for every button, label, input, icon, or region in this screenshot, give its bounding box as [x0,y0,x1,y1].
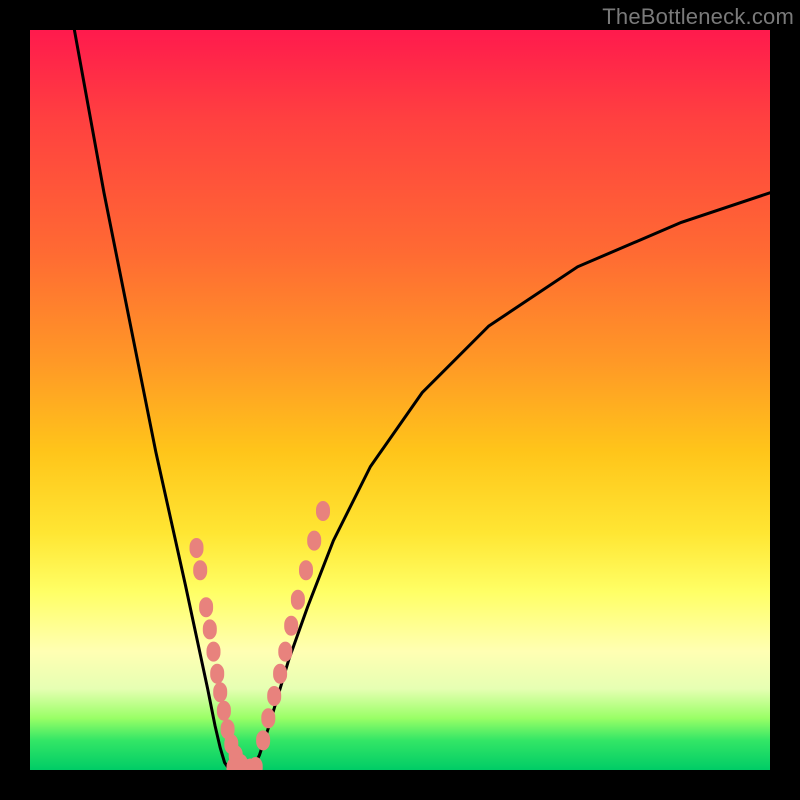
plot-area [30,30,770,770]
marker-right-scatter-overlay [278,642,292,662]
curve-right-branch [252,193,770,770]
marker-left-scatter-overlay [207,642,221,662]
marker-right-scatter-overlay [291,590,305,610]
marker-left-scatter-overlay [190,538,204,558]
marker-left-scatter-overlay [193,560,207,580]
marker-left-scatter-overlay [199,597,213,617]
chart-svg [30,30,770,770]
marker-right-scatter-overlay [299,560,313,580]
marker-left-scatter-overlay [217,701,231,721]
marker-right-scatter-overlay [256,730,270,750]
marker-right-scatter-overlay [307,531,321,551]
watermark-text: TheBottleneck.com [602,4,794,30]
marker-right-scatter-overlay [267,686,281,706]
marker-layer [190,501,331,770]
marker-right-scatter-overlay [261,708,275,728]
curve-left-branch [74,30,229,770]
chart-frame: TheBottleneck.com [0,0,800,800]
curve-layer [74,30,770,770]
marker-left-scatter-overlay [213,682,227,702]
marker-left-scatter-overlay [210,664,224,684]
marker-right-scatter-overlay [316,501,330,521]
marker-right-scatter-overlay [284,616,298,636]
marker-left-scatter-overlay [203,619,217,639]
marker-right-scatter-overlay [273,664,287,684]
